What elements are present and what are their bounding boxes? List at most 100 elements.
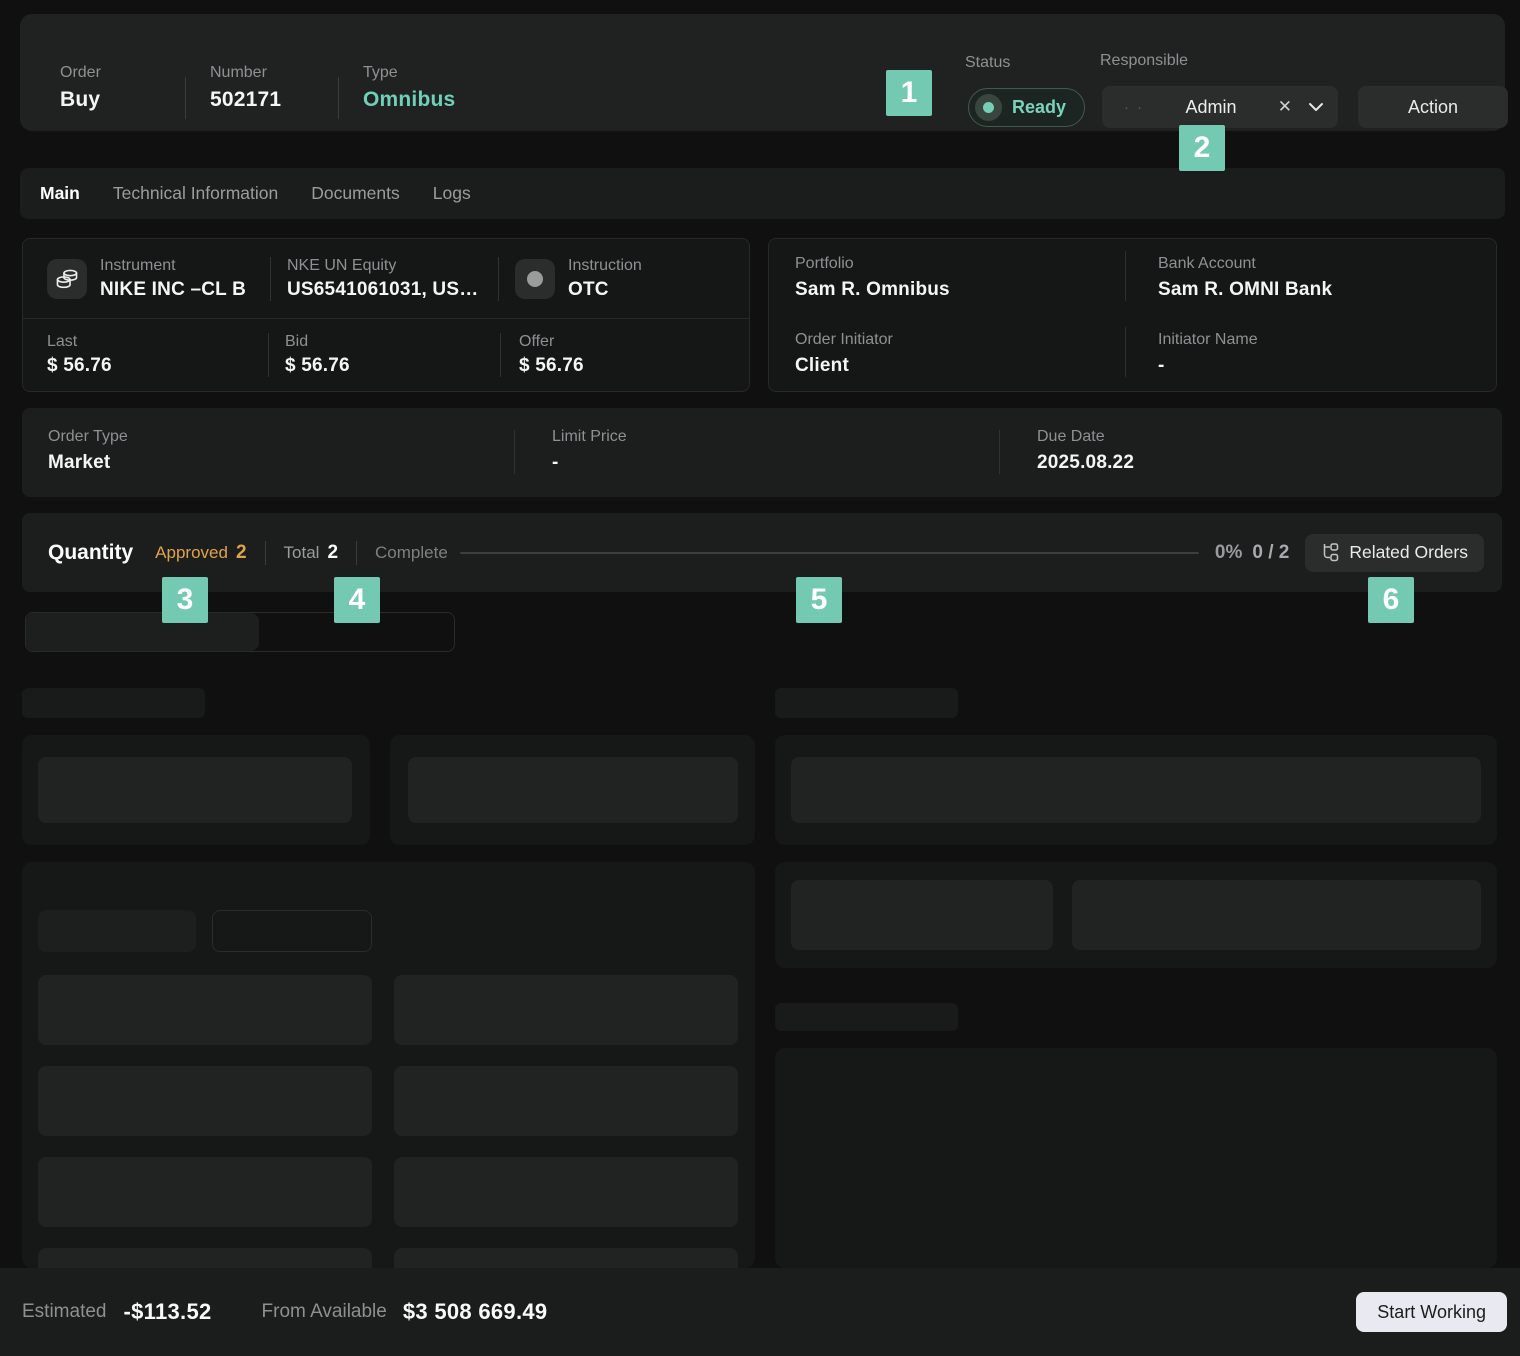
skeleton-card <box>775 735 1497 845</box>
tab-documents[interactable]: Documents <box>311 183 400 204</box>
instrument-id-cell: NKE UN Equity US6541061031, US… <box>271 239 499 318</box>
annotation-badge-6: 6 <box>1368 577 1414 623</box>
approved-count: 2 <box>236 542 247 564</box>
skeleton-card <box>22 735 370 845</box>
status-dot-icon <box>975 94 1002 121</box>
responsible-label: Responsible <box>1100 52 1188 70</box>
responsible-select[interactable]: · · Admin ✕ <box>1102 86 1338 128</box>
skeleton-block <box>791 880 1053 950</box>
instruction-value: OTC <box>568 279 642 301</box>
status-badge[interactable]: Ready <box>968 88 1085 127</box>
last-label: Last <box>47 333 112 351</box>
estimated-value: -$113.52 <box>123 1299 211 1325</box>
skeleton-label <box>775 1003 958 1031</box>
skeleton-block <box>394 975 738 1045</box>
start-working-button[interactable]: Start Working <box>1356 1292 1507 1332</box>
last-value: $ 56.76 <box>47 355 112 377</box>
clear-icon[interactable]: ✕ <box>1278 97 1292 117</box>
portfolio-cell: Portfolio Sam R. Omnibus <box>769 239 1126 315</box>
bid-value: $ 56.76 <box>285 355 350 377</box>
instruction-label: Instruction <box>568 257 642 275</box>
tab-main[interactable]: Main <box>40 183 80 204</box>
skeleton-block <box>1072 880 1481 950</box>
instrument-name: NIKE INC –CL B <box>100 279 246 301</box>
limit-price-value: - <box>552 452 1000 474</box>
skeleton-block <box>38 1066 372 1136</box>
skeleton-block <box>38 757 352 823</box>
bank-account-label: Bank Account <box>1158 255 1496 273</box>
skeleton-block <box>394 1248 738 1268</box>
complete-label: Complete <box>375 543 448 563</box>
divider <box>356 541 357 565</box>
tab-technical-information[interactable]: Technical Information <box>113 183 278 204</box>
skeleton-label <box>22 688 205 718</box>
action-button[interactable]: Action <box>1358 86 1508 128</box>
order-type-field: Type Omnibus <box>363 64 455 112</box>
skeleton-chip <box>38 910 196 952</box>
order-side-label: Order <box>60 64 101 82</box>
divider <box>185 77 186 119</box>
initiator-name-value: - <box>1158 355 1496 377</box>
last-price-cell: Last $ 56.76 <box>23 319 269 391</box>
skeleton-input <box>25 612 455 652</box>
tab-logs[interactable]: Logs <box>433 183 471 204</box>
annotation-badge-3: 3 <box>162 577 208 623</box>
portfolio-label: Portfolio <box>795 255 1126 273</box>
status-label: Status <box>965 54 1010 72</box>
order-number-value: 502171 <box>210 88 281 112</box>
from-available-label: From Available <box>262 1301 387 1323</box>
bid-label: Bid <box>285 333 350 351</box>
due-date-value: 2025.08.22 <box>1037 452 1502 474</box>
chevron-down-icon[interactable] <box>1308 102 1324 112</box>
annotation-badge-5: 5 <box>796 577 842 623</box>
estimated-label: Estimated <box>22 1301 106 1323</box>
divider <box>265 541 266 565</box>
order-side-field: Order Buy <box>60 64 101 112</box>
progress-bar <box>460 552 1199 554</box>
avatar: · · <box>1124 99 1144 116</box>
bank-account-value: Sam R. OMNI Bank <box>1158 279 1496 301</box>
total-label: Total <box>284 543 320 563</box>
skeleton-panel <box>22 862 755 1268</box>
branch-icon <box>1321 543 1340 562</box>
instrument-label: Instrument <box>100 257 246 275</box>
param-order-type-value: Market <box>48 452 515 474</box>
isin-value: US6541061031, US… <box>287 279 478 301</box>
skeleton-block <box>394 1066 738 1136</box>
instrument-card: Instrument NIKE INC –CL B NKE UN Equity … <box>22 238 750 392</box>
order-header: Order Buy Number 502171 Type Omnibus Sta… <box>20 14 1505 131</box>
related-orders-button[interactable]: Related Orders <box>1305 534 1484 572</box>
skeleton-block <box>408 757 738 823</box>
skeleton-panel <box>775 1048 1497 1268</box>
skeleton-block <box>38 1157 372 1227</box>
order-number-field: Number 502171 <box>210 64 281 112</box>
portfolio-value: Sam R. Omnibus <box>795 279 1126 301</box>
limit-price-label: Limit Price <box>552 428 1000 446</box>
due-date-cell: Due Date 2025.08.22 <box>1000 408 1502 497</box>
annotation-badge-1: 1 <box>886 70 932 116</box>
initiator-name-label: Initiator Name <box>1158 331 1496 349</box>
skeleton-card <box>390 735 755 845</box>
responsible-value: Admin <box>1156 97 1266 118</box>
order-initiator-label: Order Initiator <box>795 331 1126 349</box>
order-type-value: Omnibus <box>363 88 455 112</box>
status-value: Ready <box>1012 97 1066 118</box>
limit-price-cell: Limit Price - <box>515 408 1000 497</box>
annotation-badge-2: 2 <box>1179 125 1225 171</box>
skeleton-block <box>791 757 1481 823</box>
instruction-dot-icon <box>515 259 555 299</box>
instruction-cell: Instruction OTC <box>499 239 749 318</box>
offer-price-cell: Offer $ 56.76 <box>501 319 749 391</box>
annotation-badge-4: 4 <box>334 577 380 623</box>
skeleton-segment <box>26 613 259 651</box>
order-side-value: Buy <box>60 88 101 112</box>
quantity-bar: Quantity Approved 2 Total 2 Complete 0% … <box>22 513 1502 592</box>
param-order-type-label: Order Type <box>48 428 515 446</box>
skeleton-label <box>775 688 958 718</box>
approved-label: Approved <box>155 543 228 563</box>
coins-icon <box>47 259 87 299</box>
order-params-bar: Order Type Market Limit Price - Due Date… <box>22 408 1502 497</box>
ticker-label: NKE UN Equity <box>287 257 478 275</box>
order-number-label: Number <box>210 64 281 82</box>
progress-fraction: 0 / 2 <box>1252 542 1289 564</box>
